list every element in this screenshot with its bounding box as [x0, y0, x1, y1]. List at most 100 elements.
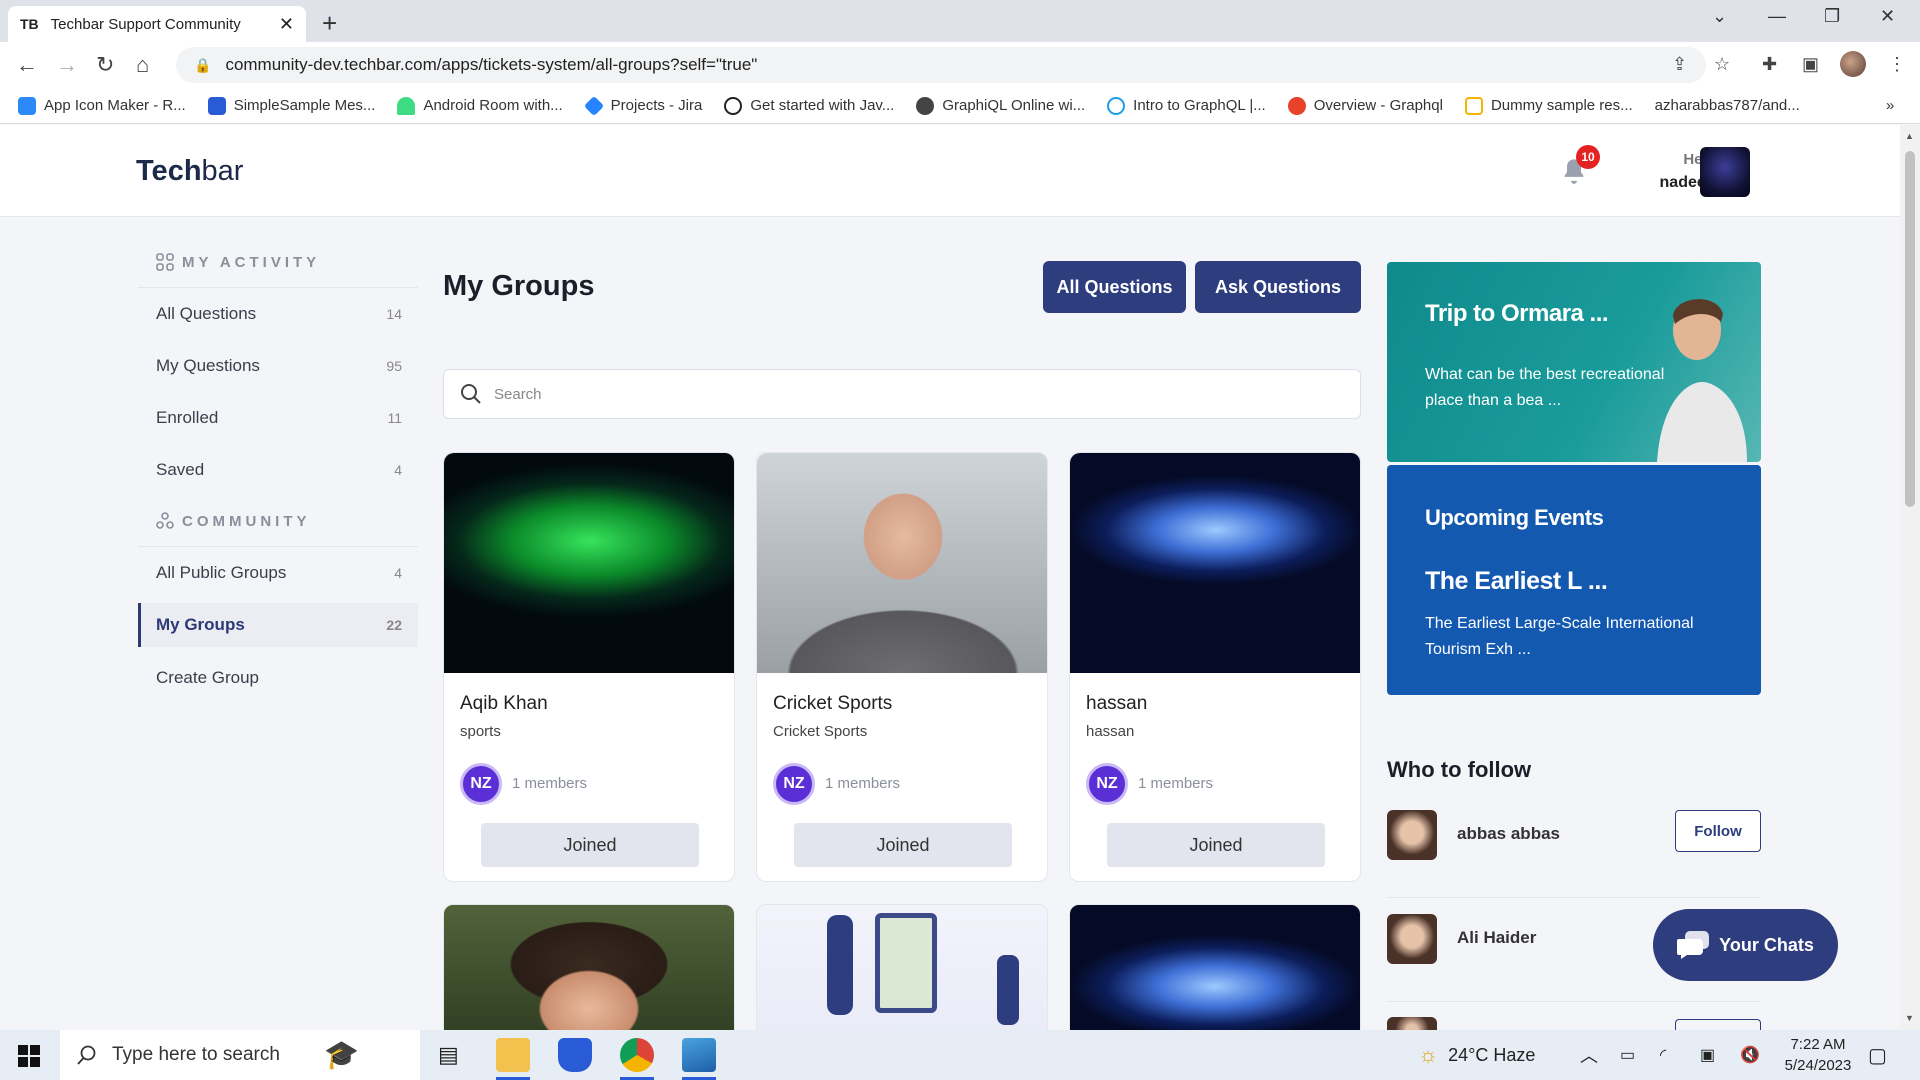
chats-label: Your Chats [1719, 934, 1814, 955]
tab-search-chevron-icon[interactable]: ⌄ [1712, 6, 1727, 27]
sidebar-item-enrolled[interactable]: Enrolled 11 [138, 396, 418, 440]
group-card[interactable]: Cricket Sports Cricket Sports NZ 1 membe… [756, 452, 1048, 882]
grid-icon [156, 253, 174, 271]
follow-button[interactable]: Follow [1675, 810, 1761, 852]
restore-icon[interactable]: ❐ [1824, 6, 1840, 27]
weather-widget[interactable]: ☼ 24°C Haze [1418, 1030, 1535, 1080]
windows-start-icon[interactable] [18, 1045, 40, 1067]
chrome-icon[interactable] [620, 1038, 654, 1072]
user-avatar[interactable] [1387, 914, 1437, 964]
url-text: community-dev.techbar.com/apps/tickets-s… [225, 55, 758, 74]
group-cover-image[interactable] [443, 904, 735, 1030]
joined-button[interactable]: Joined [481, 823, 699, 867]
speaker-muted-icon[interactable]: 🔇 [1740, 1030, 1760, 1080]
back-icon[interactable]: ← [16, 52, 38, 78]
show-hidden-icons-icon[interactable]: ︿ [1580, 1030, 1598, 1080]
bookmark-favicon-icon [1464, 96, 1483, 115]
task-view-icon[interactable]: ▤ [438, 1042, 459, 1068]
scroll-up-icon[interactable]: ▲ [1905, 131, 1914, 141]
bookmark-favicon-icon [1107, 96, 1126, 115]
events-heading: Upcoming Events [1425, 505, 1604, 530]
bookmark-favicon-icon [724, 96, 743, 115]
all-questions-button[interactable]: All Questions [1043, 261, 1186, 313]
bookmark-item[interactable]: azharabbas787/and... [1655, 97, 1800, 114]
notifications-icon[interactable]: ▢ [1868, 1030, 1887, 1080]
event-description: The Earliest Large-Scale International T… [1425, 615, 1694, 658]
bookmark-item[interactable]: App Icon Maker - R... [18, 96, 186, 115]
close-tab-icon[interactable]: ✕ [279, 14, 294, 35]
bookmark-item[interactable]: Intro to GraphQL |... [1107, 96, 1266, 115]
bookmark-item[interactable]: Overview - Graphql [1287, 96, 1443, 115]
group-card[interactable]: hassan hassan NZ 1 members Joined [1069, 452, 1361, 882]
member-count: 1 members [825, 775, 901, 792]
group-cover-image[interactable] [756, 904, 1048, 1030]
wifi-icon[interactable]: ◜ [1660, 1030, 1666, 1080]
file-explorer-icon[interactable] [496, 1038, 530, 1072]
community-heading: COMMUNITY [156, 512, 311, 530]
tab-favicon: TB [20, 16, 39, 32]
your-chats-button[interactable]: Your Chats [1653, 909, 1838, 981]
user-name: abbas abbas [1457, 824, 1560, 843]
clock-time: 7:22 AM [1790, 1036, 1846, 1053]
scrollbar-thumb[interactable] [1905, 151, 1915, 507]
address-bar[interactable]: 🔒 community-dev.techbar.com/apps/tickets… [176, 47, 1706, 83]
taskbar-search-input[interactable]: Type here to search 🎓 [60, 1030, 420, 1080]
bookmark-item[interactable]: GraphiQL Online wi... [916, 96, 1085, 115]
bookmark-item[interactable]: SimpleSample Mes... [207, 96, 375, 115]
bookmark-favicon-icon [207, 96, 226, 115]
clock[interactable]: 7:22 AM 5/24/2023 [1778, 1030, 1858, 1080]
bookmark-item[interactable]: Dummy sample res... [1464, 96, 1633, 115]
minimize-icon[interactable]: — [1768, 6, 1786, 27]
browser-menu-icon[interactable]: ⋮ [1888, 54, 1906, 75]
more-bookmarks-icon[interactable]: » [1886, 97, 1894, 114]
user-name: Ali Haider [1457, 928, 1537, 947]
phone-illustration [875, 913, 937, 1013]
reload-icon[interactable]: ↻ [96, 52, 114, 78]
ask-questions-button[interactable]: Ask Questions [1195, 261, 1361, 313]
sidebar-item-my-groups[interactable]: My Groups 22 [138, 603, 418, 647]
scroll-down-icon[interactable]: ▼ [1905, 1013, 1914, 1023]
page-scrollbar[interactable]: ▲ ▼ [1900, 125, 1920, 1030]
upcoming-events-card[interactable]: Upcoming Events The Earliest L ... The E… [1387, 465, 1761, 695]
sidebar-item-my-questions[interactable]: My Questions 95 [138, 344, 418, 388]
group-card[interactable]: Aqib Khan sports NZ 1 members Joined [443, 452, 735, 882]
bookmark-item[interactable]: Get started with Jav... [724, 96, 894, 115]
bookmark-item[interactable]: Projects - Jira [583, 95, 702, 116]
joined-button[interactable]: Joined [794, 823, 1012, 867]
bookmark-star-icon[interactable]: ☆ [1714, 54, 1730, 75]
graduation-cap-icon: 🎓 [324, 1039, 359, 1070]
promo-title: Trip to Ormara ... [1425, 300, 1609, 327]
forward-icon[interactable]: → [56, 52, 78, 78]
user-avatar[interactable] [1387, 1017, 1437, 1030]
sidebar-item-all-questions[interactable]: All Questions 14 [138, 292, 418, 336]
new-tab-icon[interactable]: + [322, 8, 337, 39]
user-avatar[interactable] [1700, 147, 1750, 197]
who-to-follow-heading: Who to follow [1387, 757, 1532, 782]
community-icon [156, 512, 174, 529]
group-cover-image[interactable] [1069, 904, 1361, 1030]
member-avatar: NZ [460, 763, 502, 805]
close-window-icon[interactable]: ✕ [1880, 6, 1895, 27]
search-input[interactable]: Search [443, 369, 1361, 419]
follow-button[interactable] [1675, 1019, 1761, 1030]
sidebar-item-create-group[interactable]: Create Group [138, 656, 418, 700]
home-icon[interactable]: ⌂ [136, 52, 149, 78]
sidebar-item-saved[interactable]: Saved 4 [138, 448, 418, 492]
security-shield-icon[interactable] [558, 1038, 592, 1072]
promo-card-trip[interactable]: Trip to Ormara ... What can be the best … [1387, 262, 1761, 462]
side-panel-icon[interactable]: ▣ [1802, 54, 1819, 75]
sidebar-divider [138, 546, 418, 547]
techbar-logo[interactable]: Techbar [136, 155, 243, 188]
sidebar-item-all-public-groups[interactable]: All Public Groups 4 [138, 551, 418, 595]
share-icon[interactable]: ⇪ [1672, 54, 1687, 75]
joined-button[interactable]: Joined [1107, 823, 1325, 867]
user-avatar[interactable] [1387, 810, 1437, 860]
browser-tab[interactable]: TB Techbar Support Community ✕ [8, 6, 306, 42]
bookmark-item[interactable]: Android Room with... [397, 96, 563, 115]
browser-profile-avatar[interactable] [1840, 51, 1866, 77]
photos-app-icon[interactable] [682, 1038, 716, 1072]
bookmark-favicon-icon [1287, 96, 1306, 115]
extensions-icon[interactable]: ✚ [1762, 54, 1777, 75]
battery-icon[interactable]: ▭ [1620, 1030, 1635, 1080]
meet-now-icon[interactable]: ▣ [1700, 1030, 1715, 1080]
